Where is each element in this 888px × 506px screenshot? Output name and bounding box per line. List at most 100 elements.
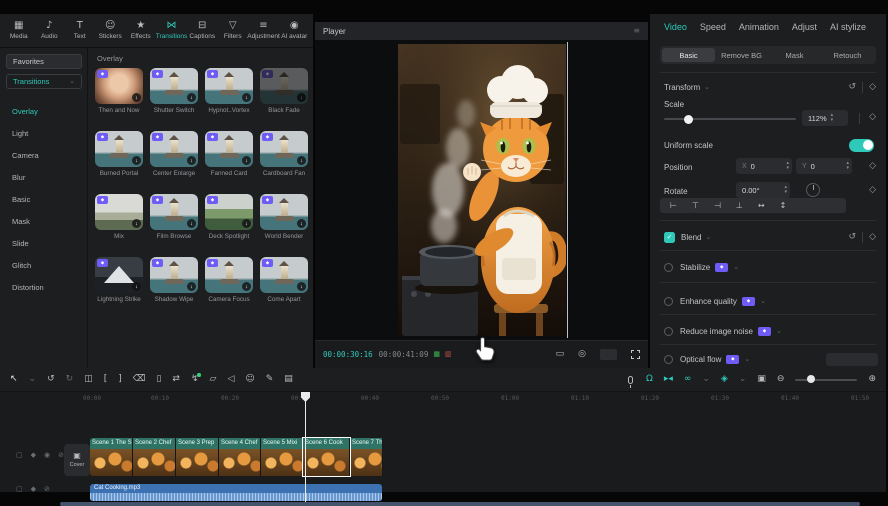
align-top-icon[interactable]: ⊤ <box>692 202 699 210</box>
subtab-retouch[interactable]: Retouch <box>821 48 874 62</box>
align-left-icon[interactable]: ⊢ <box>670 202 677 210</box>
timeline-clip[interactable]: Scene 5 Mixi <box>261 438 303 476</box>
reset-icon[interactable]: ↺ <box>849 83 857 92</box>
stepper-down-icon[interactable]: ▾ <box>784 190 787 195</box>
tab-video[interactable]: Video <box>664 22 687 32</box>
screen-tool-icon[interactable]: ▤ <box>284 375 293 384</box>
blend-checkbox[interactable]: ✓ <box>664 232 675 243</box>
chevron-down-icon[interactable]: ⌄ <box>760 298 766 305</box>
transition-card[interactable]: ◆↓Center Enlarge <box>150 131 198 177</box>
zoom-out-icon[interactable]: ⊖ <box>777 375 785 384</box>
align-center-h-icon[interactable]: ↔ <box>758 202 765 210</box>
tab-effects[interactable]: ★Effects <box>126 21 156 40</box>
tab-captions[interactable]: ⊟Captions <box>188 21 218 40</box>
draw-tool-icon[interactable]: ✎ <box>266 375 274 384</box>
tab-stickers[interactable]: ☺Stickers <box>96 21 126 40</box>
transition-card[interactable]: ◆↓Then and Now <box>95 68 143 114</box>
select-tool-icon[interactable]: ↖ <box>10 375 18 384</box>
transition-card[interactable]: ◆↓Deck Spotlight <box>205 194 253 240</box>
subtab-remove-bg[interactable]: Remove BG <box>715 48 768 62</box>
trim-right-icon[interactable]: ] <box>118 375 122 384</box>
subtab-mask[interactable]: Mask <box>768 48 821 62</box>
timeline-zoom-slider[interactable] <box>795 379 857 381</box>
link-icon[interactable]: ∞ <box>684 375 692 384</box>
snap-icon[interactable]: ▸◂ <box>664 375 673 384</box>
sidebar-item-slide[interactable]: Slide <box>0 232 88 254</box>
track-lock-icon[interactable]: ◆ <box>31 486 36 493</box>
transition-card[interactable]: ◆↓Mix <box>95 194 143 240</box>
track-hide-icon[interactable]: ◉ <box>44 452 50 459</box>
smart-tool-icon[interactable]: ↯ <box>191 375 199 384</box>
preview-axis-icon[interactable]: ▣ <box>757 375 766 384</box>
fullscreen-icon[interactable] <box>631 350 640 359</box>
stabilize-checkbox[interactable] <box>664 263 673 272</box>
undo-icon[interactable]: ↺ <box>47 375 55 384</box>
enhance-quality-checkbox[interactable] <box>664 297 673 306</box>
redo-icon[interactable]: ↻ <box>66 375 74 384</box>
chevron-down-icon[interactable]: ⌄ <box>739 375 747 384</box>
track-toggle-icon[interactable]: ▢ <box>16 486 23 493</box>
chevron-down-icon[interactable]: ⌄ <box>705 234 711 241</box>
sidebar-item-light[interactable]: Light <box>0 122 88 144</box>
tab-ai-avatar[interactable]: ◉AI avatar <box>280 21 310 40</box>
tab-text[interactable]: TText <box>65 21 95 40</box>
subtab-basic[interactable]: Basic <box>662 48 715 62</box>
timeline-clip[interactable]: Scene 2 Chef <box>133 438 176 476</box>
timeline-ruler[interactable]: 00:00 00:10 00:20 00:30 00:40 00:50 01:0… <box>0 392 886 405</box>
scale-value-box[interactable]: 112% ▴▾ <box>802 110 848 126</box>
align-bottom-icon[interactable]: ⊥ <box>736 202 743 210</box>
tab-adjust[interactable]: Adjust <box>792 22 817 32</box>
keyframe-icon[interactable]: ◇ <box>869 186 876 195</box>
timeline-clip[interactable]: Scene 4 Chef <box>219 438 261 476</box>
optical-flow-checkbox[interactable] <box>664 355 673 364</box>
tab-speed[interactable]: Speed <box>700 22 726 32</box>
trim-left-icon[interactable]: [ <box>104 375 108 384</box>
preview-track-icon[interactable]: ◎ <box>578 350 586 359</box>
cover-button[interactable]: ▣ Cover <box>64 444 90 476</box>
mirror-icon[interactable]: ⇄ <box>172 375 180 384</box>
position-x-box[interactable]: X 0 ▴▾ <box>736 158 792 174</box>
sidebar-item-overlay[interactable]: Overlay <box>0 100 88 122</box>
transition-card[interactable]: ◆↓World Bender <box>260 194 308 240</box>
track-toggle-icon[interactable]: ▢ <box>16 452 23 459</box>
timeline-scrollbar[interactable] <box>60 502 860 506</box>
scale-slider-knob[interactable] <box>684 115 693 124</box>
timeline-clip[interactable]: Scene 1 The S <box>90 438 133 476</box>
favorites-button[interactable]: Favorites <box>6 54 82 69</box>
transition-card[interactable]: ◆↓Camera Focus <box>205 257 253 303</box>
player-menu-icon[interactable]: ≡ <box>633 27 640 35</box>
rotate-dial[interactable] <box>806 183 820 197</box>
quality-pill[interactable] <box>600 349 617 360</box>
stepper-down-icon[interactable]: ▾ <box>846 166 849 171</box>
transition-card[interactable]: ◆↓Lightning Strike <box>95 257 143 303</box>
microphone-icon[interactable] <box>628 376 633 384</box>
audio-tool-icon[interactable]: ◁ <box>227 375 234 384</box>
tab-media[interactable]: ▦Media <box>4 21 34 40</box>
reset-icon[interactable]: ↺ <box>849 233 857 242</box>
timeline-clip[interactable]: Scene 3 Prep <box>176 438 219 476</box>
tab-ai-stylize[interactable]: AI stylize <box>830 22 866 32</box>
timeline-clip[interactable]: Scene 7 The <box>350 438 383 476</box>
magnet-icon[interactable]: Ω <box>646 375 653 384</box>
rotate-value-box[interactable]: 0.00° ▴▾ <box>736 182 790 198</box>
transition-card[interactable]: ◆↓Film Browse <box>150 194 198 240</box>
align-right-icon[interactable]: ⊣ <box>714 202 721 210</box>
transition-card[interactable]: ◆↓Shutter Switch <box>150 68 198 114</box>
zoom-slider-knob[interactable] <box>807 375 815 383</box>
group-icon[interactable]: ◈ <box>721 375 728 384</box>
transition-card[interactable]: ◆↓Fanned Card <box>205 131 253 177</box>
avatar-tool-icon[interactable]: ☺ <box>245 375 254 384</box>
sidebar-item-camera[interactable]: Camera <box>0 144 88 166</box>
category-dropdown[interactable]: Transitions⌄ <box>6 74 82 89</box>
sidebar-item-blur[interactable]: Blur <box>0 166 88 188</box>
uniform-scale-toggle[interactable] <box>849 139 874 152</box>
sidebar-item-distortion[interactable]: Distortion <box>0 276 88 298</box>
crop-icon[interactable]: ▱ <box>210 375 217 384</box>
scale-slider[interactable] <box>664 118 796 120</box>
video-preview[interactable] <box>398 44 566 336</box>
sidebar-item-glitch[interactable]: Glitch <box>0 254 88 276</box>
reduce-noise-checkbox[interactable] <box>664 327 673 336</box>
stepper-down-icon[interactable]: ▾ <box>786 166 789 171</box>
transition-card[interactable]: ◆↓Black Fade <box>260 68 308 114</box>
chevron-down-icon[interactable]: ⌄ <box>29 375 37 384</box>
